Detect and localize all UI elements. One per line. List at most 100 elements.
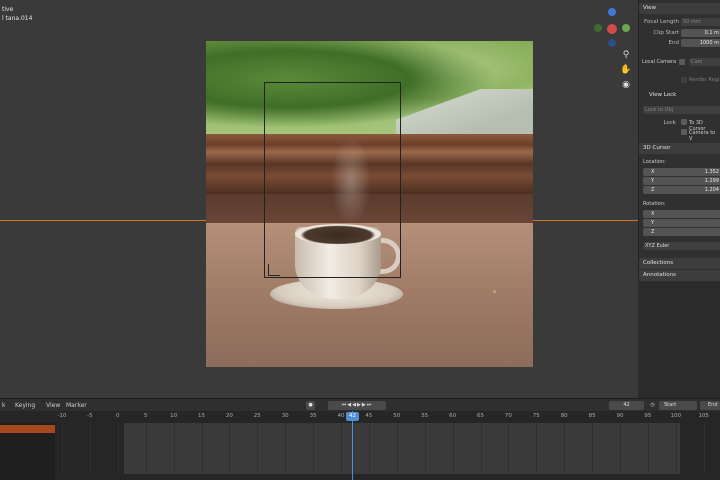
view-lock-header[interactable]: View Lock [649, 90, 676, 100]
annotations-header[interactable]: Annotations [639, 270, 720, 281]
end-frame-field[interactable]: End [700, 401, 720, 410]
playback-menu[interactable]: k [2, 402, 5, 409]
clip-end-field[interactable]: 1000 m [681, 39, 720, 47]
timeline-header: k Keying View Marker ● ⏮◀◀▶▶⏭ 42 ◷ Start… [0, 398, 720, 411]
viewport-object-text: l tana.014 [2, 15, 33, 22]
navigation-gizmo[interactable] [592, 8, 632, 48]
zoom-icon[interactable]: ⚲ [620, 49, 632, 61]
frame-gridline [620, 423, 621, 474]
collections-header[interactable]: Collections [639, 258, 720, 269]
playhead-frame-label[interactable]: 42 [346, 412, 359, 421]
playback-controls: ⏮◀◀▶▶⏭ [328, 401, 386, 410]
camera-view-icon[interactable]: ◉ [620, 79, 632, 91]
frame-ruler[interactable]: -10 -5 0 5 10 15 20 25 30 35 40 45 50 55 60 65 70 75 80 85 9… [0, 411, 720, 423]
current-frame-field[interactable]: 42 [609, 401, 644, 410]
loc-z-value: 1.204 [704, 187, 719, 193]
location-x-field[interactable]: X 1.352 [643, 168, 720, 176]
axis-x-handle[interactable] [607, 24, 617, 34]
location-label: Location: [643, 159, 666, 165]
frame-gridline [703, 423, 705, 474]
jump-end-icon[interactable]: ⏭ [367, 402, 373, 408]
view-lock-label: View Lock [649, 92, 677, 98]
view-header-label: View [643, 5, 657, 11]
camera-to-view-checkbox[interactable] [681, 129, 687, 135]
3d-cursor-header[interactable]: 3D Cursor [639, 143, 720, 154]
frame-gridline [396, 423, 398, 474]
focal-length-field[interactable]: 50 mm [681, 18, 720, 26]
viewport-mode-text: tive [2, 6, 14, 13]
frame-gridline [368, 423, 370, 474]
frame-range-band [124, 423, 680, 474]
ruler-tick-label: 90 [616, 413, 624, 419]
axis-y-handle[interactable] [622, 24, 630, 32]
local-camera-checkbox[interactable] [679, 59, 685, 65]
camera-corner [268, 264, 280, 276]
rot-y-label: Y [651, 220, 655, 226]
location-z-field[interactable]: Z 1.204 [643, 186, 720, 194]
ruler-tick-label: 70 [504, 413, 512, 419]
summary-channel[interactable] [0, 425, 55, 433]
rotation-x-field[interactable]: X [643, 210, 720, 218]
loc-x-label: X [651, 169, 655, 175]
loc-x-value: 1.352 [704, 169, 719, 175]
rotation-mode-select[interactable]: XYZ Euler [643, 242, 720, 250]
loc-y-value: 1.299 [704, 178, 719, 184]
ruler-tick-label: 75 [532, 413, 540, 419]
ruler-tick-label: 50 [393, 413, 401, 419]
loc-y-label: Y [651, 178, 655, 184]
playhead[interactable] [352, 411, 353, 480]
frame-gridline [452, 423, 454, 474]
clock-icon[interactable]: ◷ [648, 401, 657, 410]
hand-pan-icon[interactable]: ✋ [620, 64, 632, 76]
camera-frame[interactable] [264, 82, 401, 278]
frame-gridline [647, 423, 649, 474]
frame-gridline [173, 423, 175, 474]
ruler-tick-label: 45 [365, 413, 373, 419]
frame-gridline [201, 423, 203, 474]
view-menu[interactable]: View [46, 402, 60, 409]
ruler-tick-label: -10 [57, 413, 67, 419]
clip-start-label: Clip Start [653, 30, 679, 36]
render-region-checkbox[interactable] [681, 77, 687, 83]
render-region-label: Render Regi [689, 77, 720, 83]
frame-gridline [480, 423, 482, 474]
frame-gridline [89, 423, 91, 474]
cursor-dot [493, 290, 496, 293]
lock-label: Lock [663, 120, 676, 126]
frame-gridline [341, 423, 342, 474]
axis-z-handle[interactable] [608, 8, 616, 16]
blender-window: tive l tana.014 ⚲ ✋ ◉ View Focal Length … [0, 0, 720, 480]
frame-gridline [508, 423, 510, 474]
local-camera-field[interactable]: Cam [689, 58, 720, 66]
3d-cursor-label: 3D Cursor [643, 145, 671, 151]
marker-menu[interactable]: Marker [66, 402, 87, 409]
to-3d-cursor-checkbox[interactable] [681, 119, 687, 125]
ruler-tick-label: 35 [309, 413, 317, 419]
keyframe-icon[interactable]: ● [306, 401, 315, 410]
frame-gridline [285, 423, 287, 474]
clip-start-field[interactable]: 0.1 m [681, 29, 720, 37]
axis-neg-z-handle[interactable] [608, 39, 616, 47]
local-camera-label: Local Camera [642, 59, 677, 65]
ruler-tick-label: 95 [644, 413, 652, 419]
ruler-tick-label: 85 [588, 413, 596, 419]
ruler-tick-label: 20 [225, 413, 233, 419]
ruler-tick-label: 25 [253, 413, 261, 419]
ruler-tick-label: 30 [281, 413, 289, 419]
ruler-tick-label: 15 [198, 413, 205, 419]
axis-neg-y-handle[interactable] [594, 24, 602, 32]
rotation-y-field[interactable]: Y [643, 219, 720, 227]
camera-to-view-label: Camera to V [689, 130, 716, 142]
lock-to-object-field[interactable]: Lock to Obj [643, 106, 720, 114]
location-y-field[interactable]: Y 1.299 [643, 177, 720, 185]
frame-gridline [675, 423, 677, 474]
clip-end-label: End [668, 40, 679, 46]
rotation-label: Rotation: [643, 201, 666, 207]
view-header[interactable]: View [639, 3, 720, 14]
ruler-tick-label: -5 [87, 413, 93, 419]
frame-gridline [145, 423, 147, 474]
start-frame-field[interactable]: Start [659, 401, 697, 410]
keying-menu[interactable]: Keying [15, 402, 35, 409]
rotation-z-field[interactable]: Z [643, 228, 720, 236]
frame-gridline [229, 423, 231, 474]
